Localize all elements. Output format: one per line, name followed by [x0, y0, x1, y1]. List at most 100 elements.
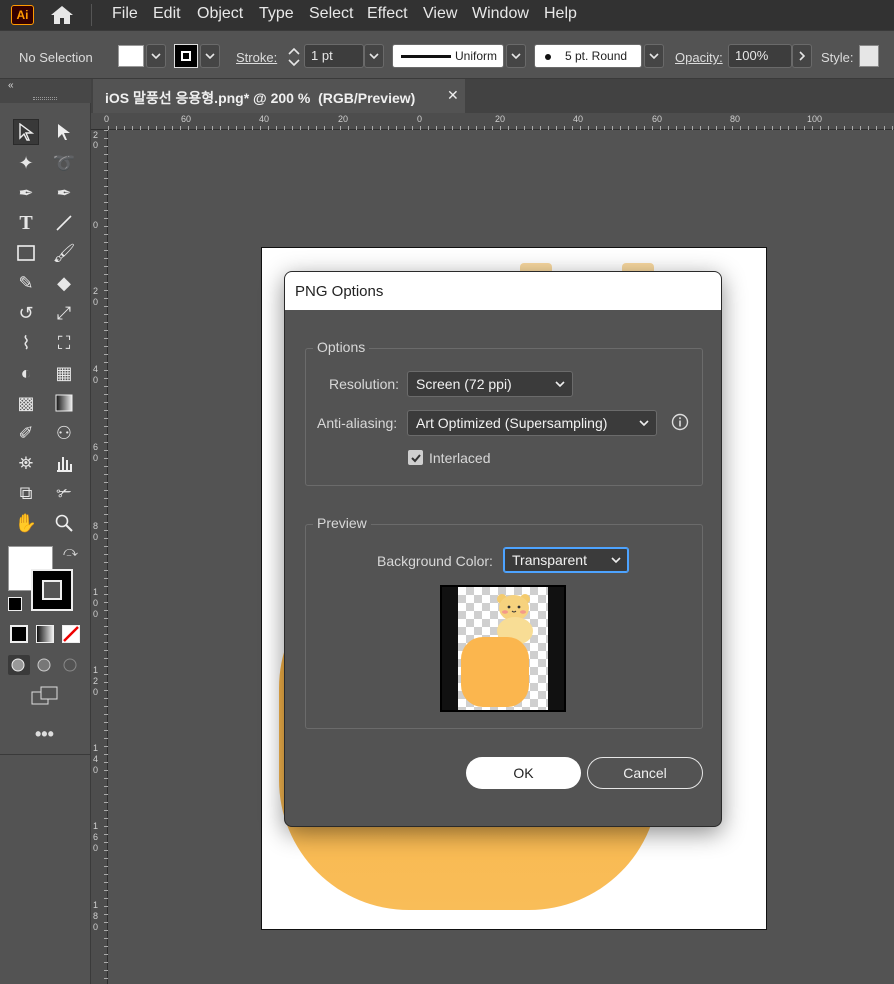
background-color-label: Background Color:	[377, 553, 493, 569]
stroke-color-swatch[interactable]	[31, 569, 73, 611]
gradient-mode-icon[interactable]	[36, 625, 54, 643]
antialiasing-select[interactable]: Art Optimized (Supersampling)	[407, 410, 657, 436]
none-mode-icon[interactable]	[62, 625, 80, 643]
document-tab-title: iOS 말풍선 응용형.png* @ 200 % (RGB/Preview)	[105, 90, 416, 106]
direct-selection-tool-icon[interactable]	[51, 119, 77, 145]
menu-object[interactable]: Object	[197, 5, 243, 23]
line-segment-tool-icon[interactable]	[51, 210, 77, 236]
eraser-tool-icon[interactable]: ◆	[51, 270, 77, 296]
slice-tool-icon[interactable]: ✃	[51, 480, 77, 506]
eyedropper-tool-icon[interactable]: ✐	[13, 420, 39, 446]
free-transform-tool-icon[interactable]: ⛶	[51, 330, 77, 356]
mesh-tool-icon[interactable]: ▩	[13, 390, 39, 416]
panel-divider	[0, 754, 91, 755]
vertical-ruler: 2 0 0 2 0 4 0 6 0 8 0 1 0 0 1 2 0 1 4 0 …	[91, 130, 108, 984]
ruler-label: 40	[573, 114, 584, 124]
chevron-down-icon	[555, 381, 565, 388]
artboard-tool-icon[interactable]: ⧉	[13, 480, 39, 506]
ruler-label: 8	[93, 911, 99, 921]
color-mode-icon[interactable]	[10, 625, 28, 643]
magic-wand-tool-icon[interactable]: ✦	[13, 150, 39, 176]
uniform-stroke-line-icon	[401, 55, 451, 58]
stroke-weight-input[interactable]: 1 pt	[304, 44, 364, 68]
menu-file[interactable]: File	[112, 5, 138, 23]
menu-view[interactable]: View	[423, 5, 457, 23]
document-tab[interactable]: iOS 말풍선 응용형.png* @ 200 % (RGB/Preview) ✕	[93, 79, 465, 113]
fill-swatch[interactable]	[118, 45, 144, 67]
opacity-input[interactable]: 100%	[728, 44, 792, 68]
ruler-label: 0	[93, 140, 99, 150]
fill-dropdown-chevron-icon[interactable]	[146, 44, 166, 68]
symbol-sprayer-tool-icon[interactable]: ⛯	[13, 450, 39, 476]
info-icon[interactable]	[671, 413, 689, 431]
profile-label: Uniform	[455, 49, 498, 63]
draw-normal-icon[interactable]	[8, 655, 30, 675]
draw-behind-icon[interactable]	[34, 655, 56, 675]
stroke-label[interactable]: Stroke:	[236, 50, 277, 65]
perspective-grid-tool-icon[interactable]: ▦	[51, 360, 77, 386]
collapse-panel-icon[interactable]: «	[8, 80, 14, 91]
gradient-tool-icon[interactable]	[51, 390, 77, 416]
curvature-tool-icon[interactable]: ✒	[51, 180, 77, 206]
stroke-swatch-dropdown-chevron-icon[interactable]	[200, 44, 220, 68]
shaper-tool-icon[interactable]: ✎	[13, 270, 39, 296]
pen-tool-icon[interactable]: ✒	[13, 180, 39, 206]
brush-definition[interactable]: 5 pt. Round	[534, 44, 642, 68]
ruler-label: 0	[93, 687, 99, 697]
interlaced-checkbox[interactable]	[408, 450, 423, 465]
selection-tool-icon[interactable]	[13, 119, 39, 145]
opacity-chevron-right-icon[interactable]	[792, 44, 812, 68]
menu-window[interactable]: Window	[472, 5, 529, 23]
more-tools-icon[interactable]: •••	[35, 724, 54, 745]
menu-type[interactable]: Type	[259, 5, 294, 23]
resolution-select[interactable]: Screen (72 ppi)	[407, 371, 573, 397]
profile-chevron-icon[interactable]	[506, 44, 526, 68]
ruler-label: 40	[259, 114, 270, 124]
panel-grip-icon[interactable]	[33, 97, 57, 100]
stroke-stepper-icon[interactable]	[285, 44, 303, 70]
opacity-label[interactable]: Opacity:	[675, 50, 723, 65]
rotate-tool-icon[interactable]: ↺	[13, 300, 39, 326]
ruler-label: 0	[93, 297, 99, 307]
rectangle-tool-icon[interactable]	[13, 240, 39, 266]
stroke-weight-chevron-icon[interactable]	[364, 44, 384, 68]
ruler-label: 0	[93, 453, 99, 463]
png-options-dialog: PNG Options Options Resolution: Screen (…	[284, 271, 722, 827]
swap-colors-icon[interactable]: ⤼	[63, 543, 78, 560]
menu-effect[interactable]: Effect	[367, 5, 408, 23]
shape-builder-tool-icon[interactable]: ◐	[13, 360, 39, 386]
width-tool-icon[interactable]: ⌇	[13, 330, 39, 356]
ruler-label: 4	[93, 364, 99, 374]
ok-button[interactable]: OK	[466, 757, 581, 789]
brush-chevron-icon[interactable]	[644, 44, 664, 68]
variable-width-profile[interactable]: Uniform	[392, 44, 504, 68]
cancel-button[interactable]: Cancel	[587, 757, 703, 789]
type-tool-icon[interactable]: T	[13, 210, 39, 236]
blend-tool-icon[interactable]: ⚇	[51, 420, 77, 446]
antialiasing-label: Anti-aliasing:	[317, 415, 398, 431]
default-colors-icon[interactable]	[8, 597, 22, 611]
lasso-tool-icon[interactable]: ➰	[51, 150, 77, 176]
dialog-title: PNG Options	[285, 272, 721, 310]
paintbrush-tool-icon[interactable]: 🖌	[51, 240, 77, 266]
hand-tool-icon[interactable]: ✋	[13, 510, 39, 536]
close-tab-icon[interactable]: ✕	[447, 87, 459, 104]
graphic-style-swatch[interactable]	[859, 45, 879, 67]
menu-edit[interactable]: Edit	[153, 5, 181, 23]
ruler-label: 0	[104, 114, 110, 124]
menu-select[interactable]: Select	[309, 5, 353, 23]
column-graph-tool-icon[interactable]	[51, 450, 77, 476]
stroke-swatch[interactable]	[174, 44, 198, 68]
tools-panel-header[interactable]: «	[0, 79, 91, 103]
draw-inside-icon[interactable]	[60, 655, 82, 675]
brush-label: 5 pt. Round	[565, 49, 628, 63]
ruler-label: 0	[93, 843, 99, 853]
menu-help[interactable]: Help	[544, 5, 577, 23]
background-color-select[interactable]: Transparent	[503, 547, 629, 573]
scale-tool-icon[interactable]: ⤢	[51, 300, 77, 326]
screen-mode-icon[interactable]	[30, 685, 60, 707]
home-icon[interactable]	[49, 4, 75, 26]
interlaced-label[interactable]: Interlaced	[429, 450, 490, 466]
ruler-label: 6	[93, 442, 99, 452]
zoom-tool-icon[interactable]	[51, 510, 77, 536]
